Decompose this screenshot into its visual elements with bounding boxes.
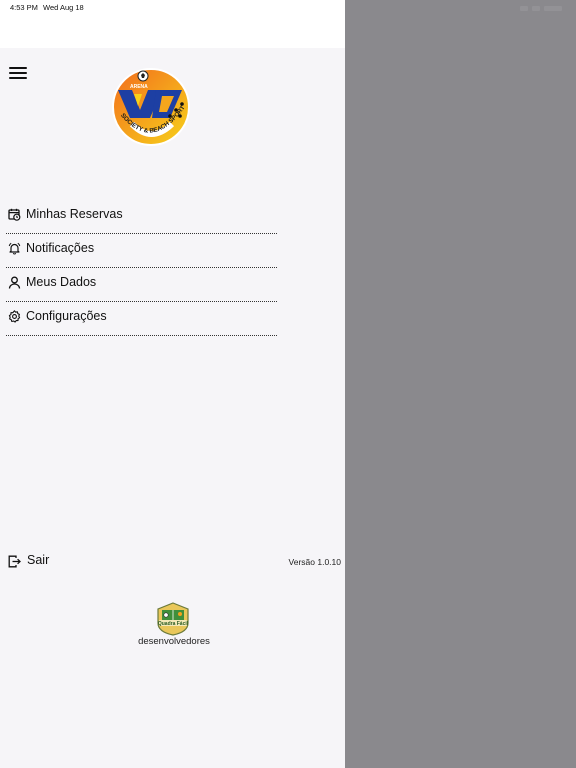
logout-button[interactable]: Sair bbox=[7, 552, 67, 570]
dev-logo-text: Quadra Fácil bbox=[158, 621, 189, 627]
menu-item-notificacoes[interactable]: Notificações bbox=[6, 234, 277, 268]
menu-item-minhas-reservas[interactable]: Minhas Reservas bbox=[6, 200, 277, 234]
side-drawer: 4:53 PM Wed Aug 18 ARENA SOCIETY & BEACH… bbox=[0, 0, 345, 768]
menu-item-label: Notificações bbox=[26, 241, 95, 255]
quadra-facil-logo[interactable]: Quadra Fácil bbox=[154, 602, 192, 636]
developers-label: desenvolvedores bbox=[138, 636, 210, 647]
arena-logo: ARENA SOCIETY & BEACH SPORTS bbox=[108, 61, 192, 148]
menu-item-label: Configurações bbox=[26, 309, 107, 323]
dimmed-background-overlay[interactable] bbox=[345, 0, 576, 768]
menu-item-meus-dados[interactable]: Meus Dados bbox=[6, 268, 277, 302]
logout-label: Sair bbox=[27, 553, 50, 567]
hamburger-icon[interactable] bbox=[9, 66, 27, 80]
logout-icon bbox=[8, 555, 21, 568]
status-date: Wed Aug 18 bbox=[43, 3, 84, 12]
divider bbox=[6, 335, 277, 336]
app-version: Versão 1.0.10 bbox=[288, 557, 341, 567]
bell-icon bbox=[8, 242, 21, 255]
gear-icon bbox=[8, 310, 21, 323]
status-bar: 4:53 PM Wed Aug 18 bbox=[0, 0, 345, 48]
calendar-clock-icon bbox=[8, 208, 21, 221]
logo-arena-text: ARENA bbox=[130, 84, 148, 90]
status-indicators bbox=[520, 6, 564, 12]
drawer-menu: Minhas Reservas Notificações Meus Dados bbox=[6, 200, 277, 336]
user-icon bbox=[8, 276, 21, 289]
status-time: 4:53 PM bbox=[10, 3, 38, 12]
menu-item-label: Minhas Reservas bbox=[26, 207, 123, 221]
menu-item-label: Meus Dados bbox=[26, 275, 97, 289]
menu-item-configuracoes[interactable]: Configurações bbox=[6, 302, 277, 336]
